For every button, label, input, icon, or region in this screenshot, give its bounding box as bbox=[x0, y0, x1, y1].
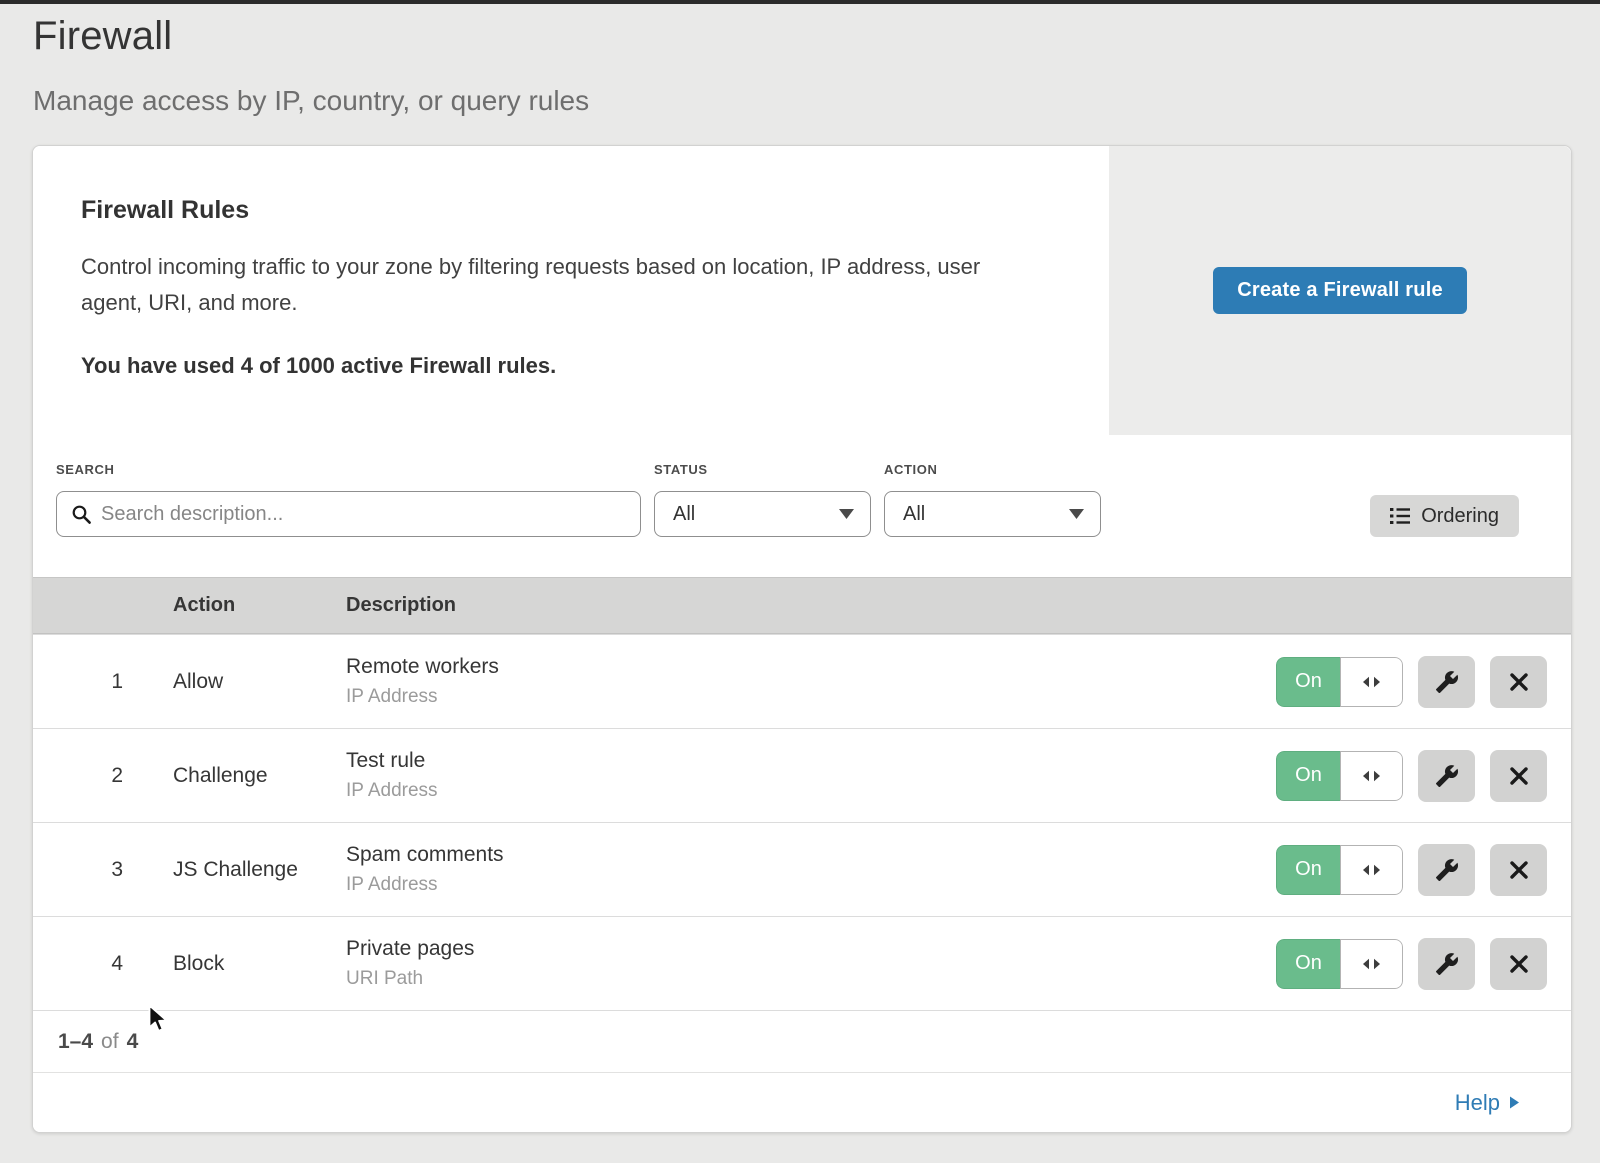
toggle-on-segment[interactable]: On bbox=[1276, 657, 1340, 707]
row-controls: On bbox=[1276, 750, 1571, 802]
ordering-button-label: Ordering bbox=[1421, 505, 1499, 528]
rule-priority: 4 bbox=[111, 952, 123, 976]
close-icon bbox=[1509, 954, 1529, 974]
search-label: Search bbox=[56, 462, 641, 477]
rule-description: Remote workers bbox=[346, 655, 1276, 679]
filter-bar: Search Status All Action All bbox=[33, 435, 1571, 577]
search-input[interactable] bbox=[101, 503, 628, 526]
rule-enabled-toggle: On bbox=[1276, 939, 1403, 989]
action-dropdown[interactable]: All bbox=[884, 491, 1101, 537]
edit-rule-button[interactable] bbox=[1418, 750, 1475, 802]
search-icon bbox=[71, 504, 92, 525]
intro-section: Firewall Rules Control incoming traffic … bbox=[33, 146, 1571, 435]
delete-rule-button[interactable] bbox=[1490, 656, 1547, 708]
delete-rule-button[interactable] bbox=[1490, 750, 1547, 802]
left-right-arrows-icon bbox=[1363, 676, 1380, 688]
rule-action: Allow bbox=[173, 670, 223, 693]
wrench-icon bbox=[1435, 858, 1459, 882]
pagination-range: 1–4 bbox=[58, 1030, 93, 1054]
firewall-rules-card: Firewall Rules Control incoming traffic … bbox=[32, 145, 1572, 1133]
rule-priority: 2 bbox=[111, 764, 123, 788]
toggle-on-segment[interactable]: On bbox=[1276, 845, 1340, 895]
rule-action: Challenge bbox=[173, 764, 268, 787]
status-label: Status bbox=[654, 462, 871, 477]
rule-enabled-toggle: On bbox=[1276, 751, 1403, 801]
usage-summary: You have used 4 of 1000 active Firewall … bbox=[81, 353, 1061, 379]
close-icon bbox=[1509, 766, 1529, 786]
close-icon bbox=[1509, 672, 1529, 692]
page-subtitle: Manage access by IP, country, or query r… bbox=[33, 85, 1567, 117]
edit-rule-button[interactable] bbox=[1418, 844, 1475, 896]
edit-rule-button[interactable] bbox=[1418, 938, 1475, 990]
left-right-arrows-icon bbox=[1363, 864, 1380, 876]
pagination-total: 4 bbox=[127, 1030, 139, 1054]
rule-match-type: IP Address bbox=[346, 780, 1276, 802]
table-row: 4 Block Private pages URI Path On bbox=[33, 916, 1571, 1010]
status-selected-value: All bbox=[673, 503, 695, 526]
rule-priority: 1 bbox=[111, 670, 123, 694]
pagination-bar: 1–4 of 4 bbox=[33, 1010, 1571, 1072]
ordered-list-icon bbox=[1390, 507, 1410, 525]
rule-enabled-toggle: On bbox=[1276, 657, 1403, 707]
row-controls: On bbox=[1276, 656, 1571, 708]
wrench-icon bbox=[1435, 670, 1459, 694]
row-controls: On bbox=[1276, 938, 1571, 990]
rule-match-type: IP Address bbox=[346, 874, 1276, 896]
rule-match-type: URI Path bbox=[346, 968, 1276, 990]
chevron-down-icon bbox=[839, 509, 854, 519]
action-column-header: Action bbox=[173, 594, 346, 617]
edit-rule-button[interactable] bbox=[1418, 656, 1475, 708]
wrench-icon bbox=[1435, 952, 1459, 976]
status-dropdown[interactable]: All bbox=[654, 491, 871, 537]
left-right-arrows-icon bbox=[1363, 958, 1380, 970]
left-right-arrows-icon bbox=[1363, 770, 1380, 782]
toggle-handle[interactable] bbox=[1340, 845, 1403, 895]
card-footer: Help bbox=[33, 1072, 1571, 1132]
action-label: Action bbox=[884, 462, 1101, 477]
table-row: 2 Challenge Test rule IP Address On bbox=[33, 728, 1571, 822]
toggle-handle[interactable] bbox=[1340, 751, 1403, 801]
ordering-button[interactable]: Ordering bbox=[1370, 495, 1519, 537]
description-column-header: Description bbox=[346, 594, 1571, 617]
rule-description: Test rule bbox=[346, 749, 1276, 773]
intro-text-block: Firewall Rules Control incoming traffic … bbox=[33, 146, 1109, 435]
delete-rule-button[interactable] bbox=[1490, 938, 1547, 990]
search-input-wrap bbox=[56, 491, 641, 537]
help-link-label: Help bbox=[1455, 1090, 1500, 1116]
table-row: 1 Allow Remote workers IP Address On bbox=[33, 634, 1571, 728]
toggle-handle[interactable] bbox=[1340, 657, 1403, 707]
section-description: Control incoming traffic to your zone by… bbox=[81, 249, 1026, 321]
toggle-on-segment[interactable]: On bbox=[1276, 751, 1340, 801]
delete-rule-button[interactable] bbox=[1490, 844, 1547, 896]
rule-enabled-toggle: On bbox=[1276, 845, 1403, 895]
page-header: Firewall Manage access by IP, country, o… bbox=[0, 4, 1600, 117]
toggle-on-segment[interactable]: On bbox=[1276, 939, 1340, 989]
rule-description: Private pages bbox=[346, 937, 1276, 961]
triangle-right-icon bbox=[1510, 1096, 1519, 1109]
rule-action: JS Challenge bbox=[173, 858, 298, 881]
create-firewall-rule-button[interactable]: Create a Firewall rule bbox=[1213, 267, 1467, 314]
action-selected-value: All bbox=[903, 503, 925, 526]
table-row: 3 JS Challenge Spam comments IP Address … bbox=[33, 822, 1571, 916]
wrench-icon bbox=[1435, 764, 1459, 788]
rule-match-type: IP Address bbox=[346, 686, 1276, 708]
page-title: Firewall bbox=[33, 14, 1567, 59]
rule-action: Block bbox=[173, 952, 224, 975]
search-field-group: Search bbox=[56, 462, 641, 537]
row-controls: On bbox=[1276, 844, 1571, 896]
pagination-of: of bbox=[101, 1030, 119, 1054]
create-rule-panel: Create a Firewall rule bbox=[1109, 146, 1571, 435]
close-icon bbox=[1509, 860, 1529, 880]
section-heading: Firewall Rules bbox=[81, 196, 1061, 225]
rule-priority: 3 bbox=[111, 858, 123, 882]
status-field-group: Status All bbox=[654, 462, 871, 537]
toggle-handle[interactable] bbox=[1340, 939, 1403, 989]
rule-description: Spam comments bbox=[346, 843, 1276, 867]
table-header: Action Description bbox=[33, 577, 1571, 634]
action-field-group: Action All bbox=[884, 462, 1101, 537]
chevron-down-icon bbox=[1069, 509, 1084, 519]
help-link[interactable]: Help bbox=[1455, 1090, 1519, 1116]
